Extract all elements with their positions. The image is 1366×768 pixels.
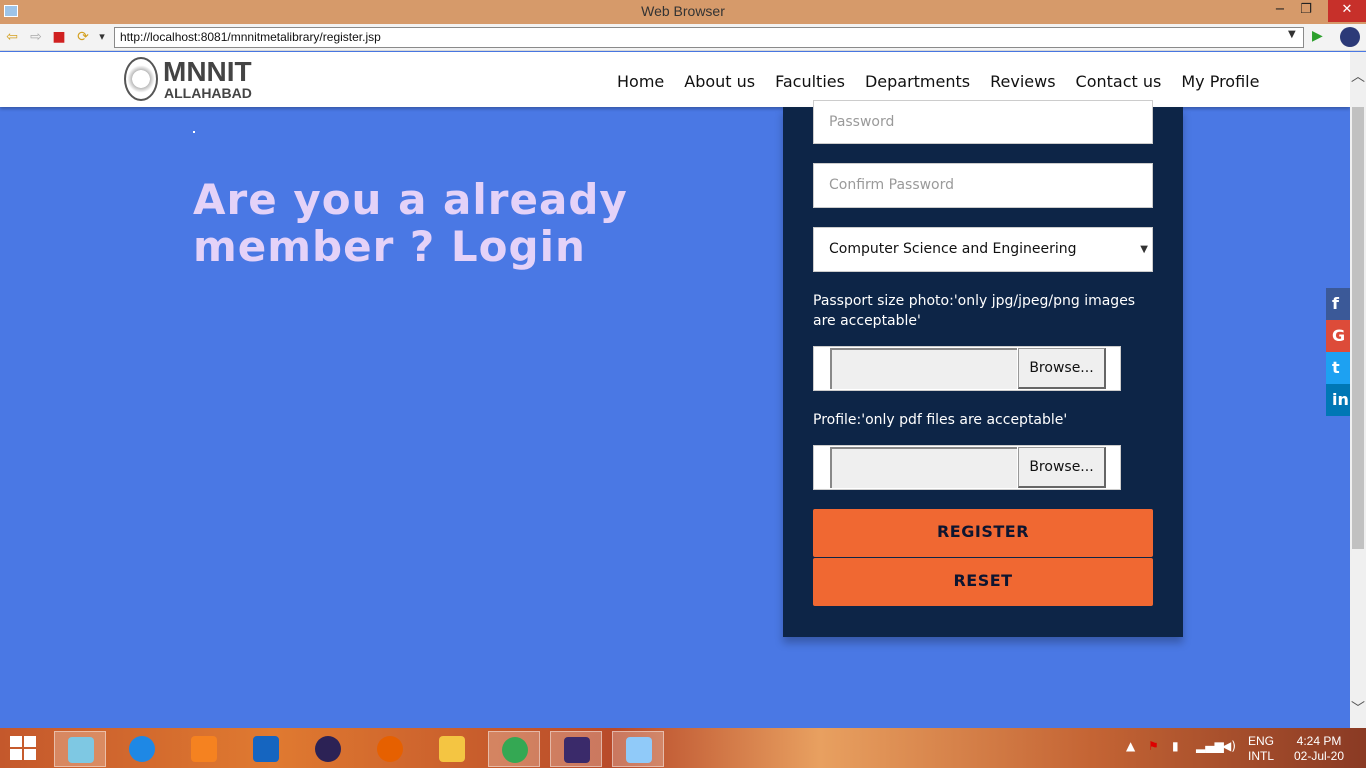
taskbar-app-chrome[interactable]	[488, 731, 540, 767]
taskbar-app-file-explorer[interactable]	[426, 731, 478, 767]
nav-reviews[interactable]: Reviews	[990, 72, 1055, 91]
window-title: Web Browser	[641, 3, 725, 19]
url-history-dropdown-icon[interactable]: ▼	[1288, 29, 1296, 40]
mnnit-emblem-icon[interactable]	[124, 57, 158, 101]
logo-name[interactable]: MNNIT	[163, 58, 252, 86]
scroll-thumb[interactable]	[1352, 107, 1364, 549]
login-prompt-link[interactable]: Are you a already member ? Login	[193, 176, 753, 270]
confirm-password-field[interactable]: Confirm Password	[813, 163, 1153, 208]
profile-browse-button[interactable]: Browse...	[1018, 447, 1106, 488]
battery-icon[interactable]: ▮	[1172, 739, 1179, 753]
clock-date: 02-Jul-20	[1293, 749, 1345, 763]
volume-icon[interactable]: ◀)	[1222, 739, 1236, 753]
eclipse-icon	[315, 736, 341, 762]
refresh-icon[interactable]: ⟳	[73, 28, 93, 46]
taskbar-app-paint[interactable]	[612, 731, 664, 767]
twitter-share-icon[interactable]: t	[1326, 352, 1350, 384]
back-icon[interactable]: ⇦	[2, 28, 22, 46]
windows-taskbar: ▲ ⚑ ▮ ▂▄▆ ◀) ENG INTL 4:24 PM 02-Jul-20	[0, 728, 1366, 768]
pdf-reader-icon	[191, 736, 217, 762]
taskbar-app-tools[interactable]	[116, 731, 168, 767]
nav-departments[interactable]: Departments	[865, 72, 970, 91]
clock[interactable]: 4:24 PM 02-Jul-20	[1288, 734, 1350, 764]
password-field[interactable]: Password	[813, 100, 1153, 144]
reset-button[interactable]: RESET	[813, 558, 1153, 606]
maximize-button[interactable]: ❐	[1296, 0, 1316, 22]
nav-contact-us[interactable]: Contact us	[1076, 72, 1162, 91]
tray-overflow-icon[interactable]: ▲	[1126, 739, 1135, 753]
department-select-value: Computer Science and Engineering	[829, 241, 1077, 257]
file-explorer-icon	[439, 736, 465, 762]
scroll-up-icon[interactable]: ︿	[1350, 66, 1366, 86]
windows-start-icon[interactable]	[10, 736, 38, 762]
stop-icon[interactable]: ■	[49, 28, 69, 46]
chrome-icon	[502, 737, 528, 763]
logo-subtitle[interactable]: ALLAHABAD	[164, 86, 252, 100]
linkedin-share-icon[interactable]: in	[1326, 384, 1350, 416]
window-titlebar: Web Browser − ❐ ✕	[0, 0, 1366, 24]
close-button[interactable]: ✕	[1328, 0, 1366, 22]
nav-faculties[interactable]: Faculties	[775, 72, 845, 91]
photo-browse-button[interactable]: Browse...	[1018, 348, 1106, 389]
photo-file-path[interactable]	[830, 348, 1017, 389]
nav-my-profile[interactable]: My Profile	[1181, 72, 1259, 91]
language-code: ENG	[1247, 734, 1274, 748]
nav-home[interactable]: Home	[617, 72, 664, 91]
language-indicator[interactable]: ENG INTL	[1244, 734, 1278, 764]
register-button[interactable]: REGISTER	[813, 509, 1153, 557]
page-scrollbar[interactable]: ︿ ﹀	[1350, 52, 1366, 728]
action-center-icon[interactable]: ⚑	[1148, 739, 1159, 753]
taskbar-app-java-ee-ide[interactable]	[550, 731, 602, 767]
profile-file-input[interactable]: Browse...	[813, 445, 1121, 490]
decorative-dot	[193, 131, 195, 133]
network-icon[interactable]: ▂▄▆	[1196, 739, 1224, 753]
paint-icon	[626, 737, 652, 763]
profile-upload-label: Profile:'only pdf files are acceptable'	[813, 412, 1068, 428]
notepad-icon	[68, 737, 94, 763]
scroll-down-icon[interactable]: ﹀	[1350, 698, 1366, 718]
photo-file-input[interactable]: Browse...	[813, 346, 1121, 391]
firefox-icon	[377, 736, 403, 762]
go-icon[interactable]: ▶	[1312, 28, 1323, 44]
nav-links: Home About us Faculties Departments Revi…	[617, 72, 1259, 91]
facebook-share-icon[interactable]: f	[1326, 288, 1350, 320]
nav-about-us[interactable]: About us	[684, 72, 755, 91]
java-ee-ide-icon	[564, 737, 590, 763]
photo-upload-label: Passport size photo:'only jpg/jpeg/png i…	[813, 293, 1136, 329]
clock-time: 4:24 PM	[1296, 734, 1342, 748]
minimize-button[interactable]: −	[1270, 0, 1290, 22]
profile-file-path[interactable]	[830, 447, 1017, 488]
taskbar-app-defender[interactable]	[240, 731, 292, 767]
taskbar-app-firefox[interactable]	[364, 731, 416, 767]
tools-icon	[129, 736, 155, 762]
eclipse-browser-icon[interactable]	[1340, 27, 1360, 47]
defender-icon	[253, 736, 279, 762]
chevron-down-icon: ▼	[1140, 244, 1148, 255]
forward-icon[interactable]: ⇨	[26, 28, 46, 46]
site-navbar: MNNIT ALLAHABAD Home About us Faculties …	[0, 52, 1350, 107]
department-select[interactable]: Computer Science and Engineering ▼	[813, 227, 1153, 272]
url-input[interactable]: http://localhost:8081/mnnitmetalibrary/r…	[114, 27, 1304, 48]
menu-dropdown-icon[interactable]: ▾	[92, 28, 112, 46]
google-share-icon[interactable]: G	[1326, 320, 1350, 352]
taskbar-app-eclipse[interactable]	[302, 731, 354, 767]
taskbar-app-notepad[interactable]	[54, 731, 106, 767]
address-toolbar: ⇦ ⇨ ■ ⟳ ▾ http://localhost:8081/mnnitmet…	[0, 24, 1366, 51]
taskbar-app-pdf-reader[interactable]	[178, 731, 230, 767]
keyboard-layout: INTL	[1247, 749, 1274, 763]
